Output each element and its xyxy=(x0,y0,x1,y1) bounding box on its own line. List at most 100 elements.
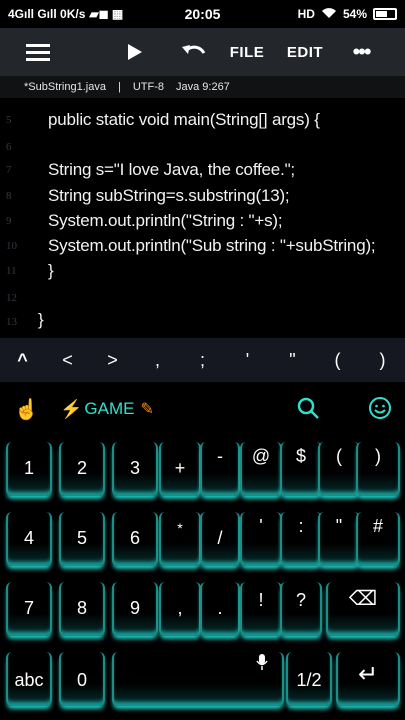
key-question[interactable]: ? xyxy=(280,582,322,636)
edit-menu-button[interactable]: EDIT xyxy=(284,28,326,76)
key-double-quote[interactable]: " xyxy=(318,512,360,566)
key-exclamation[interactable]: ! xyxy=(240,582,282,636)
key-9[interactable]: 9 xyxy=(112,582,158,636)
key-minus[interactable]: - xyxy=(200,442,240,496)
microphone-icon xyxy=(256,654,268,675)
key-6[interactable]: 6 xyxy=(112,512,158,566)
code-line[interactable]: 10 System.out.println("Sub string : "+su… xyxy=(0,234,405,258)
wifi-icon xyxy=(321,7,337,22)
status-right: HD 54% xyxy=(298,7,397,22)
keyboard-toolbar: ☝ ⚡ GAME ✎ xyxy=(0,382,405,436)
line-number: 5 xyxy=(6,114,12,126)
status-bar: 4Gıll Gıll 0K/s ▰◼ ▦ 20:05 HD 54% xyxy=(0,0,405,28)
code-line[interactable]: 8 String subString=s.substring(13); xyxy=(0,184,405,208)
status-left: 4Gıll Gıll 0K/s ▰◼ ▦ xyxy=(8,7,123,21)
line-number: 8 xyxy=(6,190,12,202)
key-asterisk[interactable]: * xyxy=(159,512,201,566)
code-text[interactable]: String subString=s.substring(13); xyxy=(48,186,290,206)
pencil-icon: ✎ xyxy=(140,401,154,418)
key-5[interactable]: 5 xyxy=(59,512,105,566)
backspace-icon: ⌫ xyxy=(348,588,378,610)
menu-button[interactable] xyxy=(16,28,60,76)
separator: | xyxy=(117,81,121,93)
key-at[interactable]: @ xyxy=(240,442,282,496)
key-slash[interactable]: / xyxy=(200,512,240,566)
symbol-caret[interactable]: ^ xyxy=(0,350,45,371)
symbol-bar: ^ < > , ; ' " ( ) xyxy=(0,338,405,382)
code-text[interactable]: } xyxy=(38,310,44,330)
line-number: 10 xyxy=(6,240,17,252)
key-7[interactable]: 7 xyxy=(6,582,52,636)
hamburger-icon xyxy=(26,40,50,65)
key-4[interactable]: 4 xyxy=(6,512,52,566)
signal-text: 4Gıll Gıll 0K/s xyxy=(8,7,86,21)
code-editor[interactable]: 5 public static void main(String[] args)… xyxy=(0,98,405,338)
symbol-less-than[interactable]: < xyxy=(45,350,90,371)
symbol-open-paren[interactable]: ( xyxy=(315,350,360,371)
file-encoding: UTF-8 xyxy=(132,81,164,93)
line-number: 7 xyxy=(6,164,12,176)
emoji-icon[interactable] xyxy=(368,396,394,422)
undo-button[interactable] xyxy=(174,28,214,76)
code-line[interactable]: 7 String s="I love Java, the coffee."; xyxy=(0,158,405,182)
key-hash[interactable]: # xyxy=(356,512,400,566)
more-options-icon[interactable]: ••• xyxy=(346,28,376,76)
toolbar: FILE EDIT ••• xyxy=(0,28,405,76)
key-3[interactable]: 3 xyxy=(112,442,158,496)
line-number: 6 xyxy=(6,141,12,153)
file-info-bar: *SubString1.java | UTF-8 Java 9:267 xyxy=(0,76,405,98)
line-number: 12 xyxy=(6,292,17,304)
symbol-quote[interactable]: " xyxy=(270,350,315,371)
space-key[interactable] xyxy=(112,652,284,706)
code-text[interactable]: System.out.println("String : "+s); xyxy=(48,211,283,231)
line-number: 13 xyxy=(6,316,17,328)
code-text[interactable]: } xyxy=(48,261,54,281)
key-2[interactable]: 2 xyxy=(59,442,105,496)
search-icon[interactable] xyxy=(296,396,322,422)
code-text[interactable]: System.out.println("Sub string : "+subSt… xyxy=(48,236,376,256)
key-close-paren[interactable]: ) xyxy=(356,442,400,496)
file-menu-button[interactable]: FILE xyxy=(226,28,268,76)
key-page-toggle[interactable]: 1/2 xyxy=(286,652,332,706)
key-dollar[interactable]: $ xyxy=(280,442,322,496)
game-mode-button[interactable]: ⚡ GAME ✎ xyxy=(60,399,154,420)
key-8[interactable]: 8 xyxy=(59,582,105,636)
code-line[interactable]: 11 } xyxy=(0,259,405,283)
code-line[interactable]: 13 } xyxy=(0,310,405,334)
enter-icon: ↵ xyxy=(357,661,379,688)
key-abc[interactable]: abc xyxy=(6,652,52,706)
notification-icons: ▰◼ ▦ xyxy=(89,7,124,21)
gesture-hand-icon[interactable]: ☝ xyxy=(14,397,39,422)
symbol-comma[interactable]: , xyxy=(135,350,180,371)
key-colon[interactable]: : xyxy=(280,512,322,566)
battery-percent: 54% xyxy=(342,7,367,21)
backspace-key[interactable]: ⌫ xyxy=(326,582,400,636)
symbol-apostrophe[interactable]: ' xyxy=(225,350,270,371)
key-plus[interactable]: + xyxy=(159,442,201,496)
play-icon xyxy=(128,44,142,60)
key-period[interactable]: . xyxy=(200,582,240,636)
code-line[interactable]: 9 System.out.println("String : "+s); xyxy=(0,209,405,233)
key-apostrophe[interactable]: ' xyxy=(240,512,282,566)
symbol-close-paren[interactable]: ) xyxy=(360,350,405,371)
hd-indicator: HD xyxy=(297,7,315,21)
key-0[interactable]: 0 xyxy=(59,652,105,706)
lightning-icon: ⚡ xyxy=(60,398,83,419)
keyboard: ☝ ⚡ GAME ✎ 1 2 3 + - @ $ ( ) 4 5 6 * / '… xyxy=(0,382,405,720)
file-name: *SubString1.java xyxy=(24,81,106,93)
code-line[interactable]: 5 public static void main(String[] args)… xyxy=(0,108,405,132)
key-1[interactable]: 1 xyxy=(6,442,52,496)
symbol-greater-than[interactable]: > xyxy=(90,350,135,371)
key-comma[interactable]: , xyxy=(159,582,201,636)
battery-icon xyxy=(373,8,397,20)
symbol-semicolon[interactable]: ; xyxy=(180,350,225,371)
code-line[interactable]: 6 xyxy=(0,135,405,159)
code-line[interactable]: 12 xyxy=(0,286,405,310)
run-button[interactable] xyxy=(120,28,150,76)
code-text[interactable]: public static void main(String[] args) { xyxy=(48,110,320,130)
code-text[interactable]: String s="I love Java, the coffee."; xyxy=(48,160,295,180)
enter-key[interactable]: ↵ xyxy=(336,652,400,706)
language-cursor-pos: Java 9:267 xyxy=(175,81,230,93)
game-label: GAME xyxy=(84,399,135,418)
key-open-paren[interactable]: ( xyxy=(318,442,360,496)
